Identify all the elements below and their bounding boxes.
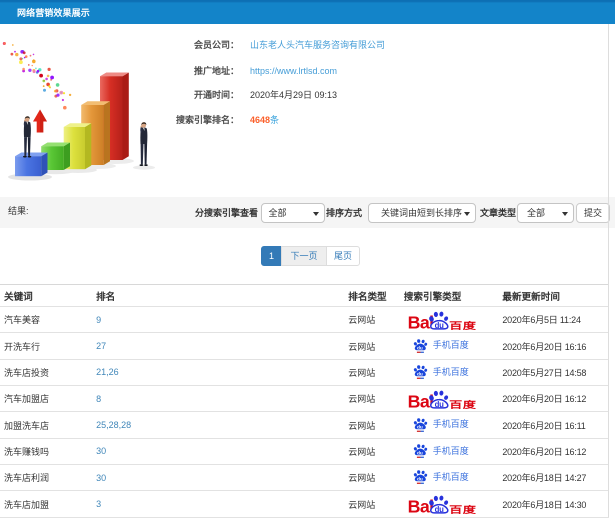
svg-text:Bai: Bai xyxy=(408,312,434,330)
svg-text:du: du xyxy=(417,451,423,457)
svg-text:du: du xyxy=(435,400,445,409)
svg-text:du: du xyxy=(435,505,445,514)
svg-text:Bai: Bai xyxy=(408,391,434,409)
svg-text:Bai: Bai xyxy=(408,496,434,514)
svg-text:百度: 百度 xyxy=(449,399,476,409)
svg-text:du: du xyxy=(417,477,423,483)
svg-text:百度: 百度 xyxy=(449,504,476,514)
svg-text:du: du xyxy=(417,345,423,351)
svg-text:du: du xyxy=(417,424,423,430)
svg-text:du: du xyxy=(417,372,423,378)
svg-text:du: du xyxy=(435,321,445,330)
svg-text:百度: 百度 xyxy=(449,320,476,330)
